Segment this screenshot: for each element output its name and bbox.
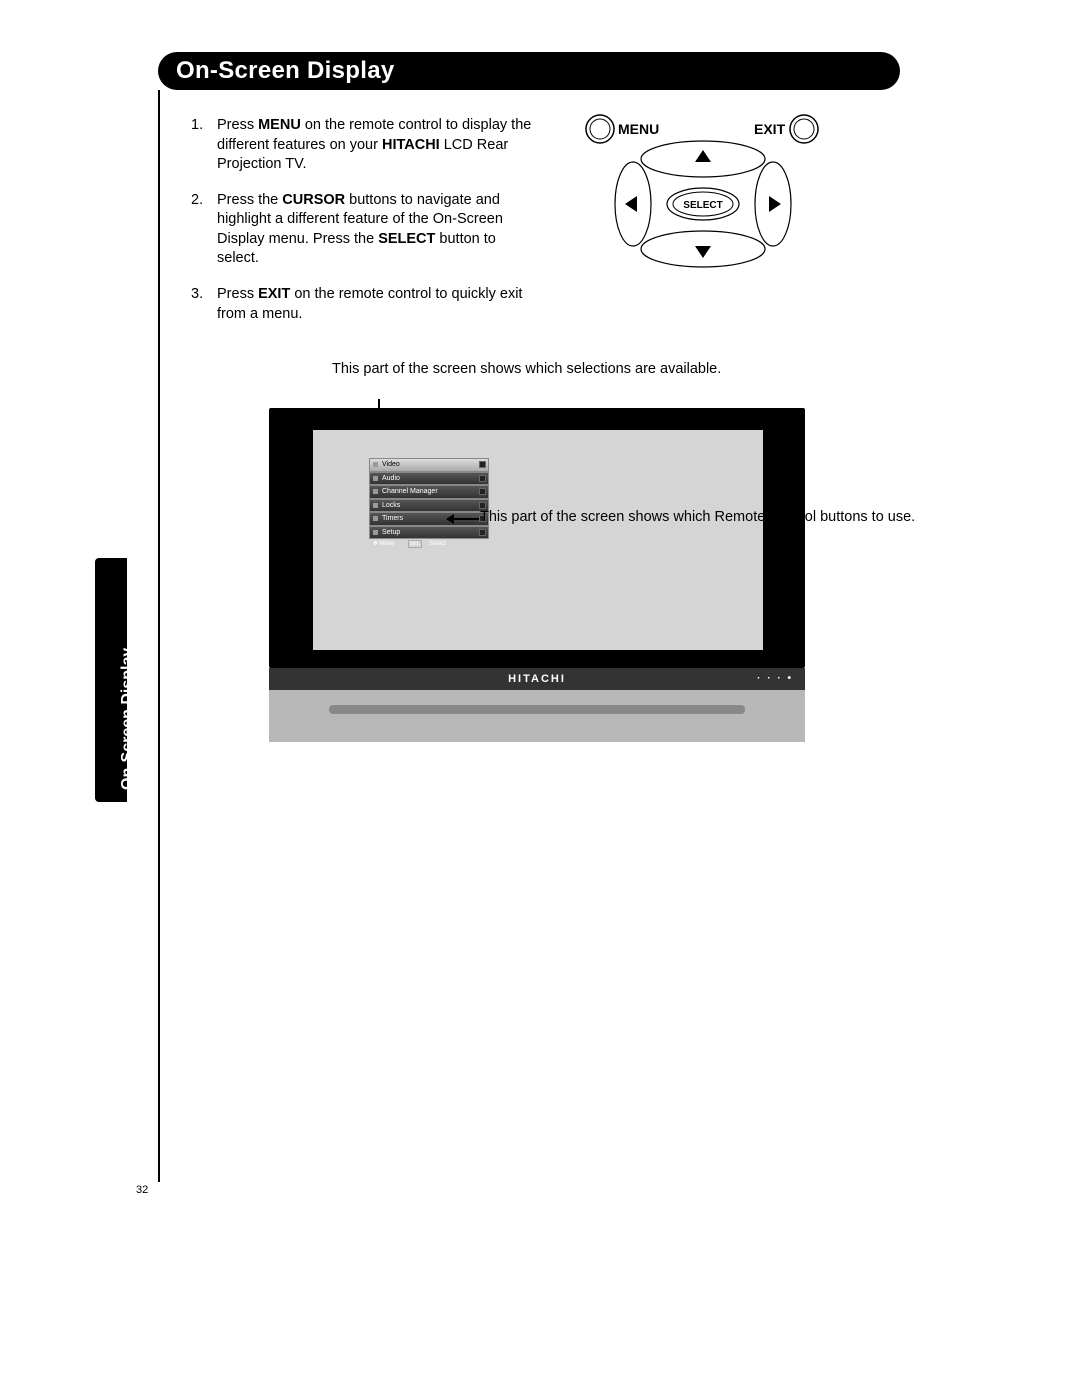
callout-right: This part of the screen shows which Remo… [480,508,915,527]
section-title: On-Screen Display [176,57,395,85]
callout-top: This part of the screen shows which sele… [332,360,721,380]
margin-rule [158,90,160,1182]
exit-label: EXIT [754,121,786,137]
tv-screen: Video Audio Channel Manager Locks Timers… [313,430,763,650]
side-tab-label: On-Screen Display [119,570,137,790]
menu-label: MENU [618,121,659,137]
tv-brand: HITACHI [508,673,566,685]
osd-item-setup: Setup [369,526,489,540]
osd-item-audio: Audio [369,472,489,486]
cursor-up-icon [695,150,711,162]
instruction-item: 1. Press MENU on the remote control to d… [191,116,541,175]
osd-item-video: Video [369,458,489,472]
remote-control-diagram: MENU EXIT SELECT [578,112,828,272]
osd-menu: Video Audio Channel Manager Locks Timers… [369,458,489,553]
page-number: 32 [136,1184,148,1196]
cursor-down-icon [695,246,711,258]
osd-item-locks: Locks [369,499,489,513]
side-tab: On-Screen Display [95,558,127,802]
cursor-left-icon [625,196,637,212]
cursor-right-icon [769,196,781,212]
instruction-text: Press EXIT on the remote control to quic… [217,285,541,324]
tv-illustration: Video Audio Channel Manager Locks Timers… [269,408,805,748]
tv-brand-bar: HITACHI · · · • [269,668,805,690]
tv-indicators: · · · • [757,668,793,690]
list-number: 3. [191,285,217,324]
callout-arrow [447,518,479,520]
list-number: 2. [191,191,217,269]
instruction-text: Press MENU on the remote control to disp… [217,116,541,175]
tv-speaker [329,705,745,714]
instruction-text: Press the CURSOR buttons to navigate and… [217,191,541,269]
section-header: On-Screen Display [158,52,900,90]
osd-hint-bar: ✥ Move SEL Select [369,539,489,553]
instruction-item: 2. Press the CURSOR buttons to navigate … [191,191,541,269]
osd-item-channel: Channel Manager [369,485,489,499]
list-number: 1. [191,116,217,175]
instruction-item: 3. Press EXIT on the remote control to q… [191,285,541,324]
select-label: SELECT [683,200,722,211]
tv-base [269,690,805,742]
instruction-list: 1. Press MENU on the remote control to d… [191,116,541,340]
